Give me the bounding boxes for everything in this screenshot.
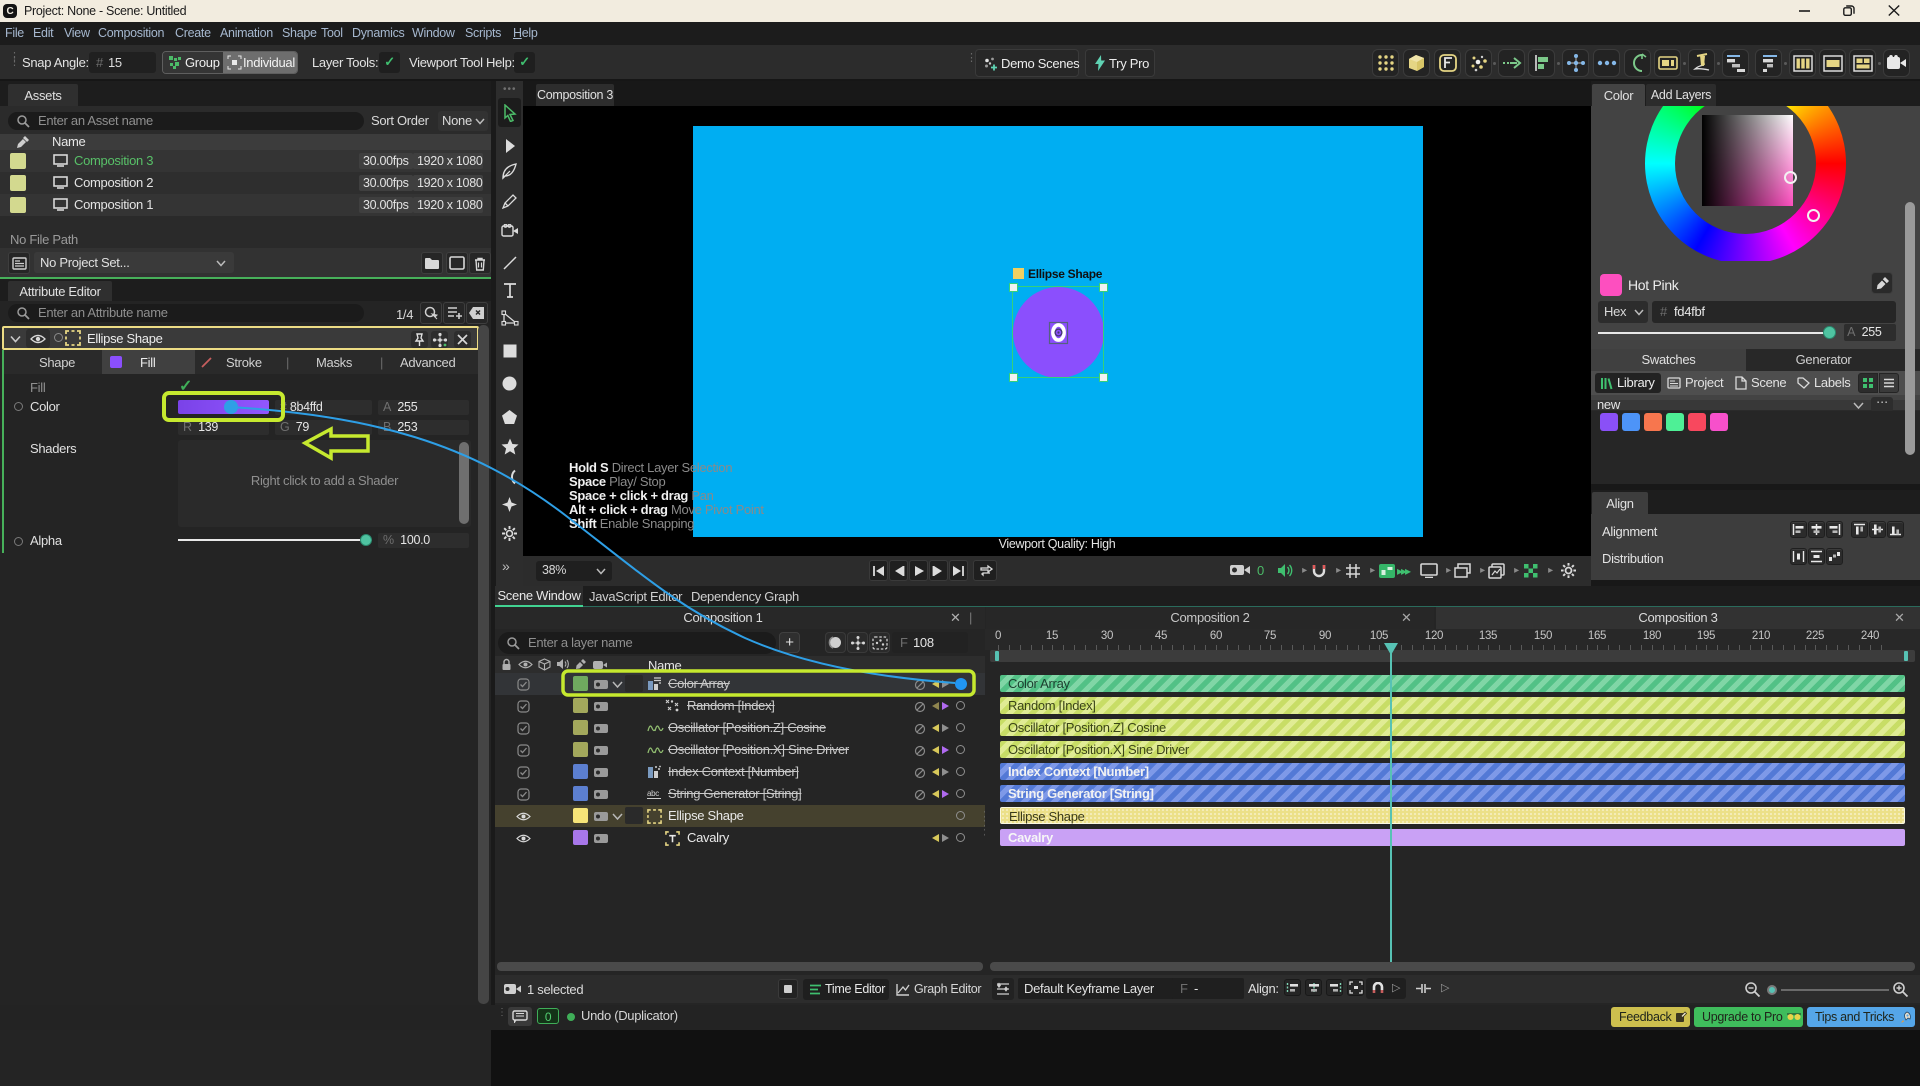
svg-text:abc: abc — [647, 789, 659, 798]
